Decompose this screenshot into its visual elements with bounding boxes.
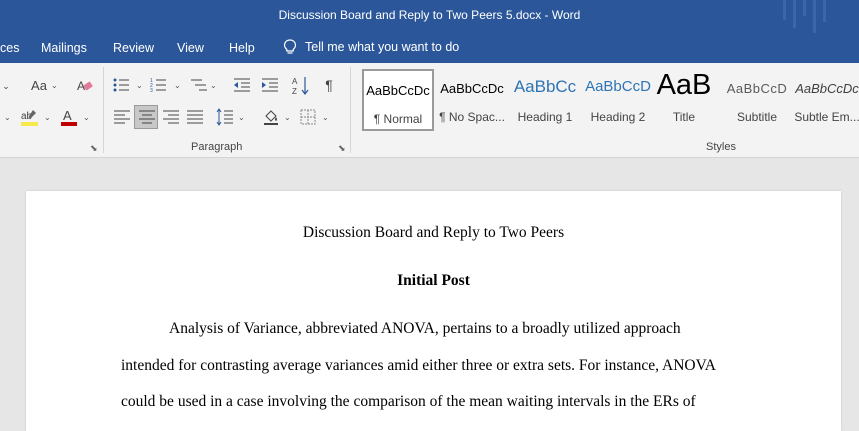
decrease-indent-icon[interactable] xyxy=(233,77,251,93)
font-size-dropdown-icon[interactable]: ⌄ xyxy=(0,77,12,95)
font-color-dropdown-icon[interactable]: ⌄ xyxy=(83,113,90,122)
font-color-icon[interactable]: A xyxy=(60,107,78,129)
font-dialog-launcher-icon[interactable]: ⬊ xyxy=(90,143,98,154)
shading-icon[interactable] xyxy=(262,108,280,126)
svg-text:A: A xyxy=(63,108,72,123)
paragraph-line: intended for contrasting average varianc… xyxy=(121,357,716,374)
style-name: Heading 1 xyxy=(517,110,573,124)
multilevel-dropdown-icon[interactable]: ⌄ xyxy=(210,81,217,90)
style-title[interactable]: AaB Title xyxy=(648,69,720,131)
text-highlight-icon[interactable]: ab xyxy=(20,107,40,129)
style-normal[interactable]: AaBbCcDc ¶ Normal xyxy=(362,69,434,131)
title-bar: Discussion Board and Reply to Two Peers … xyxy=(0,0,859,33)
style-name: ¶ Normal xyxy=(373,112,423,126)
align-left-icon[interactable] xyxy=(113,109,131,125)
document-heading: Discussion Board and Reply to Two Peers xyxy=(302,224,565,241)
tell-me-search[interactable]: Tell me what you want to do xyxy=(283,39,459,55)
numbering-icon[interactable]: 1 2 3 xyxy=(150,77,168,93)
multilevel-list-icon[interactable] xyxy=(190,77,208,93)
shading-dropdown-icon[interactable]: ⌄ xyxy=(284,113,291,122)
bullets-dropdown-icon[interactable]: ⌄ xyxy=(136,81,143,90)
numbering-dropdown-icon[interactable]: ⌄ xyxy=(174,81,181,90)
document-page[interactable]: Discussion Board and Reply to Two Peers … xyxy=(26,191,841,431)
svg-text:Z: Z xyxy=(292,87,297,96)
tab-view[interactable]: View xyxy=(177,41,204,55)
window-title: Discussion Board and Reply to Two Peers … xyxy=(278,8,581,22)
decorative-pattern xyxy=(783,0,826,33)
ribbon: ⌄ Aa ⌄ A ⌄ ab ⌄ A ⌄ ⬊ ⌄ 1 2 3 ⌄ ⌄ A Z ¶ … xyxy=(0,63,859,158)
change-case-icon[interactable]: Aa xyxy=(29,76,49,94)
paragraph-group-label: Paragraph xyxy=(191,141,243,153)
tab-mailings[interactable]: Mailings xyxy=(41,41,87,55)
font-color-swatch xyxy=(61,122,77,126)
style-name: Title xyxy=(672,110,696,124)
group-separator xyxy=(103,67,104,153)
increase-indent-icon[interactable] xyxy=(261,77,279,93)
style-sample: AaBbCcDc xyxy=(440,81,504,96)
tab-help[interactable]: Help xyxy=(229,41,255,55)
tab-references[interactable]: ces xyxy=(0,41,19,55)
lightbulb-icon xyxy=(283,39,297,54)
style-subtle-emphasis[interactable]: AaBbCcDc Subtle Em... xyxy=(794,69,859,131)
paragraph-dialog-launcher-icon[interactable]: ⬊ xyxy=(338,143,346,154)
styles-group-label: Styles xyxy=(706,141,736,153)
style-subtitle[interactable]: AaBbCcD Subtitle xyxy=(721,69,793,131)
change-case-dropdown-icon[interactable]: ⌄ xyxy=(51,81,58,90)
font-dropdown-icon[interactable]: ⌄ xyxy=(4,113,11,122)
align-right-icon[interactable] xyxy=(162,109,180,125)
borders-dropdown-icon[interactable]: ⌄ xyxy=(322,113,329,122)
style-no-spacing[interactable]: AaBbCcDc ¶ No Spac... xyxy=(436,69,508,131)
svg-text:3: 3 xyxy=(150,88,153,93)
clear-formatting-icon[interactable]: A xyxy=(76,77,94,95)
bullets-icon[interactable] xyxy=(113,77,131,93)
style-name: Heading 2 xyxy=(590,110,646,124)
justify-icon[interactable] xyxy=(186,109,204,125)
document-area: Discussion Board and Reply to Two Peers … xyxy=(0,158,859,431)
style-name: ¶ No Spac... xyxy=(439,110,505,124)
borders-icon[interactable] xyxy=(300,109,316,125)
highlight-color-swatch xyxy=(21,122,38,126)
tab-review[interactable]: Review xyxy=(113,41,154,55)
style-sample: AaB xyxy=(656,69,712,101)
show-formatting-marks-icon[interactable]: ¶ xyxy=(320,76,338,94)
style-sample: AaBbCcD xyxy=(585,78,651,95)
paragraph-line: could be used in a case involving the co… xyxy=(121,393,696,410)
align-center-button[interactable] xyxy=(134,105,158,129)
style-heading-1[interactable]: AaBbCc Heading 1 xyxy=(509,69,581,131)
style-sample: AaBbCcDc xyxy=(366,83,430,98)
align-center-icon xyxy=(139,110,155,124)
style-sample: AaBbCc xyxy=(513,77,577,96)
document-subheading: Initial Post xyxy=(397,272,470,289)
style-sample: AaBbCcDc xyxy=(795,81,859,96)
style-name: Subtitle xyxy=(736,110,778,124)
style-sample: AaBbCcD xyxy=(726,81,788,96)
style-name: Subtle Em... xyxy=(794,110,859,124)
line-spacing-icon[interactable] xyxy=(216,108,234,126)
ribbon-tabs: ces Mailings Review View Help Tell me wh… xyxy=(0,33,859,63)
style-heading-2[interactable]: AaBbCcD Heading 2 xyxy=(582,69,654,131)
line-spacing-dropdown-icon[interactable]: ⌄ xyxy=(238,113,245,122)
styles-gallery: AaBbCcDc ¶ Normal AaBbCcDc ¶ No Spac... … xyxy=(360,69,859,135)
tell-me-text: Tell me what you want to do xyxy=(305,40,460,54)
paragraph-line: Analysis of Variance, abbreviated ANOVA,… xyxy=(169,320,681,337)
group-separator xyxy=(350,67,351,153)
svg-text:A: A xyxy=(292,77,298,86)
sort-icon[interactable]: A Z xyxy=(292,75,310,97)
highlight-dropdown-icon[interactable]: ⌄ xyxy=(44,113,51,122)
